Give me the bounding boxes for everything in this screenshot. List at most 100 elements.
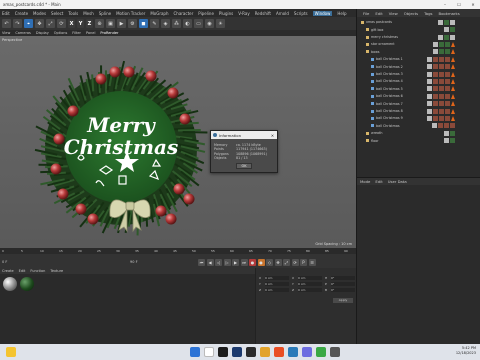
material-tag-icon[interactable] [427,78,432,84]
autokey-icon[interactable]: ● [257,259,265,266]
chrome-icon[interactable] [316,347,326,357]
material-tag-icon[interactable] [427,71,432,77]
coordinate-field[interactable]: 0 cm [298,282,322,286]
play-forward-icon[interactable]: ▷ [223,259,231,266]
menu-item-spline[interactable]: Spline [99,11,111,16]
subdivision-icon[interactable]: ◈ [161,19,170,28]
render-settings-icon[interactable]: ⚙ [128,19,137,28]
object-menu-file[interactable]: File [363,11,369,16]
menu-item-redshift[interactable]: Redshift [255,11,271,16]
material-tag-icon[interactable] [433,115,438,121]
material-tag-icon[interactable] [433,101,438,107]
coordinate-field[interactable]: 0° [331,288,355,292]
timeline-ruler[interactable]: 0 5 10 15 20 25 30 35 40 45 50 55 60 65 70 75 80 85 90 [0,248,356,254]
material-tag-icon[interactable] [450,27,455,33]
object-row[interactable]: ball Christmas 9 [357,115,480,122]
coordinate-field[interactable]: 0 cm [298,288,322,292]
param-key-icon[interactable]: P [300,259,307,266]
material-tag-icon[interactable] [433,56,438,62]
material-tag-icon[interactable] [439,101,444,107]
menu-item-modes[interactable]: Modes [33,11,46,16]
material-tag-icon[interactable] [427,108,432,114]
render-view-icon[interactable]: ▣ [106,19,115,28]
material-tag-icon[interactable] [450,34,455,40]
warning-tag-icon[interactable] [451,86,455,92]
material-tag-icon[interactable] [450,19,455,25]
material-tag-icon[interactable] [445,49,450,55]
start-icon[interactable] [190,347,200,357]
material-tag-icon[interactable] [445,71,450,77]
menu-item-create[interactable]: Create [15,11,28,16]
material-tag-icon[interactable] [433,108,438,114]
discord-icon[interactable] [302,347,312,357]
menu-item-plugins[interactable]: Plugins [219,11,233,16]
warning-tag-icon[interactable] [451,64,455,70]
menu-item-edit[interactable]: Edit [2,11,10,16]
object-row[interactable]: ball Christmas 3 [357,71,480,78]
object-row[interactable]: ball Christmas 4 [357,78,480,85]
material-tag-icon[interactable] [445,41,450,47]
material-tag-icon[interactable] [427,93,432,99]
material-tag-icon[interactable] [433,64,438,70]
menu-item-v-ray[interactable]: V-Ray [238,11,249,16]
material-tag-icon[interactable] [433,86,438,92]
material-tag-icon[interactable] [433,49,438,55]
coordinate-field[interactable]: 0 cm [265,282,289,286]
object-row[interactable]: ball Christmas [357,123,480,130]
object-row[interactable]: ball Christmas 1 [357,56,480,63]
redo-icon[interactable]: ↷ [13,19,22,28]
material-tag-icon[interactable] [450,130,455,136]
coordinate-field[interactable]: 0° [331,276,355,280]
scale-icon[interactable]: ⤢ [46,19,55,28]
live-selection-icon[interactable]: ⌖ [24,19,33,28]
material-tag-icon[interactable] [439,115,444,121]
material-menu-function[interactable]: Function [30,269,45,273]
material-swatch-1[interactable] [3,277,17,291]
material-tag-icon[interactable] [444,19,449,25]
object-row[interactable]: ball Christmas 8 [357,108,480,115]
material-tag-icon[interactable] [450,138,455,144]
system-clock[interactable]: 5:42 PM 12/18/2023 [456,346,476,356]
material-tag-icon[interactable] [445,101,450,107]
material-tag-icon[interactable] [427,115,432,121]
material-tag-icon[interactable] [444,34,449,40]
end-frame-field[interactable]: 90 F [130,260,138,264]
viewport-menu-view[interactable]: View [2,31,10,35]
material-swatch-2[interactable] [20,277,34,291]
file-explorer-icon[interactable] [260,347,270,357]
app-icon[interactable] [246,347,256,357]
coordinate-field[interactable]: 0 cm [265,276,289,280]
keyframe-selection-icon[interactable]: ◇ [266,259,273,266]
material-tag-icon[interactable] [438,19,443,25]
material-tag-icon[interactable] [438,34,443,40]
warning-tag-icon[interactable] [451,101,455,107]
rotate-icon[interactable]: ⟳ [57,19,66,28]
floor-icon[interactable]: ▭ [194,19,203,28]
material-tag-icon[interactable] [444,130,449,136]
material-tag-icon[interactable] [439,78,444,84]
camera-icon[interactable]: ◉ [205,19,214,28]
scale-key-icon[interactable]: ⤢ [283,259,290,266]
render-icon[interactable]: ▶ [117,19,126,28]
material-tag-icon[interactable] [445,86,450,92]
material-tag-icon[interactable] [427,101,432,107]
material-tag-icon[interactable] [432,123,437,129]
viewport-menu-panel[interactable]: Panel [86,31,95,35]
object-menu-view[interactable]: View [389,11,398,16]
menu-item-scripts[interactable]: Scripts [294,11,308,16]
coordinate-field[interactable]: 0° [331,282,355,286]
cube-icon[interactable]: ◼ [139,19,148,28]
coordinate-system-icon[interactable]: ⊕ [95,19,104,28]
minimize-button[interactable]: – [438,0,452,9]
warning-tag-icon[interactable] [451,71,455,77]
material-tag-icon[interactable] [445,64,450,70]
viewport-menu-options[interactable]: Options [54,31,68,35]
warning-tag-icon[interactable] [451,41,455,47]
menu-item-window[interactable]: Window [312,10,333,16]
position-key-icon[interactable]: ✥ [274,259,282,266]
dialog-close-icon[interactable]: ✕ [271,133,274,138]
warning-tag-icon[interactable] [451,56,455,62]
material-tag-icon[interactable] [444,123,449,129]
viewport-menu-prorender[interactable]: ProRender [100,31,118,35]
app2-icon[interactable] [330,347,340,357]
